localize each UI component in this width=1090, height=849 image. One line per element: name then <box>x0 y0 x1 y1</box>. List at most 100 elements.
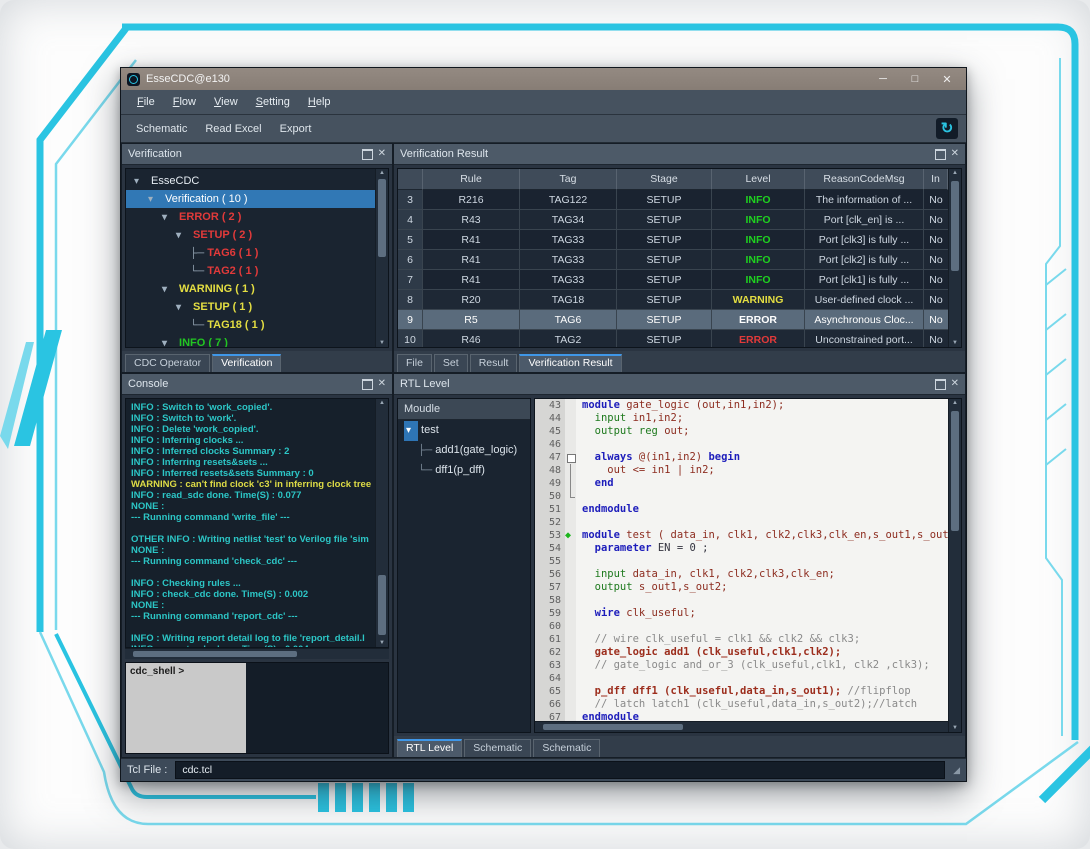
tree-item[interactable]: ▾ SETUP ( 1 ) <box>126 298 375 316</box>
result-table-wrap: RuleTagStageLevelReasonCodeMsgIn 3R216TA… <box>397 168 962 348</box>
toolbar-button-export[interactable]: Export <box>273 120 319 138</box>
tree-item[interactable]: ├─ TAG6 ( 1 ) <box>126 244 375 262</box>
column-header-ReasonCodeMsg[interactable]: ReasonCodeMsg <box>805 169 924 190</box>
tab-result[interactable]: Result <box>470 354 518 372</box>
column-header-Level[interactable]: Level <box>712 169 805 190</box>
tab-file[interactable]: File <box>397 354 432 372</box>
module-tree-item[interactable]: ├─ add1(gate_logic) <box>398 440 530 460</box>
column-header-Stage[interactable]: Stage <box>617 169 712 190</box>
chevron-down-icon[interactable]: ▾ <box>404 421 418 441</box>
column-header-In[interactable]: In <box>924 169 948 190</box>
tab-rtl-level[interactable]: RTL Level <box>397 739 462 757</box>
column-header-Rule[interactable]: Rule <box>423 169 520 190</box>
undock-icon[interactable] <box>362 379 373 390</box>
scroll-thumb[interactable] <box>378 179 386 257</box>
editor-vscrollbar[interactable]: ▲ ▼ <box>948 399 961 732</box>
module-tree-item[interactable]: ▾ test <box>398 420 530 440</box>
close-icon[interactable]: ✕ <box>378 149 386 159</box>
tab-schematic[interactable]: Schematic <box>464 739 531 757</box>
undock-icon[interactable] <box>935 149 946 160</box>
undock-icon[interactable] <box>935 379 946 390</box>
table-row[interactable]: 7R41TAG33SETUPINFOPort [clk1] is fully .… <box>398 270 948 290</box>
cell-rule: R20 <box>423 290 520 310</box>
table-row[interactable]: 3R216TAG122SETUPINFOThe information of .… <box>398 190 948 210</box>
scroll-up-icon[interactable]: ▲ <box>949 400 961 406</box>
chevron-down-icon[interactable]: ▾ <box>162 209 176 227</box>
cell-level: INFO <box>712 210 805 230</box>
scroll-thumb[interactable] <box>133 651 297 657</box>
editor-hscrollbar[interactable] <box>535 721 948 732</box>
table-row[interactable]: 9R5TAG6SETUPERRORAsynchronous Cloc...No <box>398 310 948 330</box>
essecdc-window: EsseCDC@e130 ─ □ ✕ FileFlowViewSettingHe… <box>120 67 967 782</box>
chevron-down-icon[interactable]: ▾ <box>134 173 148 191</box>
table-row[interactable]: 8R20TAG18SETUPWARNINGUser-defined clock … <box>398 290 948 310</box>
code-text: module test ( data_in, clk1, clk2,clk3,c… <box>576 529 948 542</box>
column-header-Tag[interactable]: Tag <box>520 169 617 190</box>
resize-grip[interactable]: ◢ <box>953 765 960 776</box>
scroll-down-icon[interactable]: ▼ <box>376 640 388 646</box>
tree-item[interactable]: └─ TAG2 ( 1 ) <box>126 262 375 280</box>
tab-cdc-operator[interactable]: CDC Operator <box>125 354 210 372</box>
chevron-down-icon[interactable]: ▾ <box>176 299 190 317</box>
menu-item-flow[interactable]: Flow <box>165 94 204 110</box>
close-icon[interactable]: ✕ <box>951 149 959 159</box>
tree-item[interactable]: ▾ SETUP ( 2 ) <box>126 226 375 244</box>
refresh-icon[interactable]: ↻ <box>936 118 958 139</box>
tab-verification[interactable]: Verification <box>212 354 281 372</box>
table-row[interactable]: 4R43TAG34SETUPINFOPort [clk_en] is ...No <box>398 210 948 230</box>
scroll-down-icon[interactable]: ▼ <box>949 725 961 731</box>
cell-reason: Port [clk3] is fully ... <box>805 230 924 250</box>
tree-item[interactable]: └─ TAG18 ( 1 ) <box>126 316 375 334</box>
tree-item[interactable]: ▾ WARNING ( 1 ) <box>126 280 375 298</box>
console-hscrollbar[interactable] <box>125 648 389 659</box>
table-row[interactable]: 5R41TAG33SETUPINFOPort [clk3] is fully .… <box>398 230 948 250</box>
scroll-up-icon[interactable]: ▲ <box>376 170 388 176</box>
console-vscrollbar[interactable]: ▲ ▼ <box>375 399 388 647</box>
toolbar-button-schematic[interactable]: Schematic <box>129 120 194 138</box>
tree-item[interactable]: ▾ ERROR ( 2 ) <box>126 208 375 226</box>
maximize-button[interactable]: □ <box>902 73 928 85</box>
fold-marker-icon[interactable] <box>567 454 576 463</box>
module-tree-item[interactable]: └─ dff1(p_dff) <box>398 460 530 480</box>
close-icon[interactable]: ✕ <box>378 379 386 389</box>
scroll-thumb[interactable] <box>543 724 683 730</box>
menu-item-setting[interactable]: Setting <box>248 94 298 110</box>
tab-schematic[interactable]: Schematic <box>533 739 600 757</box>
chevron-down-icon[interactable]: ▾ <box>176 227 190 245</box>
fold-column <box>565 555 576 568</box>
tree-item[interactable]: ▾ EsseCDC <box>126 172 375 190</box>
tree-item[interactable]: ▾ Verification ( 10 ) <box>126 190 375 208</box>
chevron-down-icon[interactable]: ▾ <box>162 281 176 299</box>
tab-set[interactable]: Set <box>434 354 468 372</box>
result-vscrollbar[interactable]: ▲ ▼ <box>948 169 961 347</box>
scroll-down-icon[interactable]: ▼ <box>376 340 388 346</box>
scroll-up-icon[interactable]: ▲ <box>376 400 388 406</box>
shell-input[interactable] <box>246 663 388 753</box>
column-header-num[interactable] <box>398 169 423 190</box>
tree-item-label: SETUP ( 2 ) <box>190 229 252 241</box>
undock-icon[interactable] <box>362 149 373 160</box>
menu-item-view[interactable]: View <box>206 94 246 110</box>
chevron-down-icon[interactable]: ▾ <box>162 335 176 347</box>
chevron-down-icon[interactable]: ▾ <box>148 191 162 209</box>
close-button[interactable]: ✕ <box>934 73 960 86</box>
scroll-down-icon[interactable]: ▼ <box>949 340 961 346</box>
scroll-up-icon[interactable]: ▲ <box>949 170 961 176</box>
scroll-thumb[interactable] <box>951 181 959 271</box>
table-row[interactable]: 10R46TAG2SETUPERRORUnconstrained port...… <box>398 330 948 347</box>
code-text <box>576 594 582 607</box>
rtl-tabs: RTL LevelSchematicSchematic <box>394 736 965 757</box>
tcl-file-input[interactable] <box>175 761 945 779</box>
verification-tree-scrollbar[interactable]: ▲ ▼ <box>375 169 388 347</box>
tab-verification-result[interactable]: Verification Result <box>519 354 621 372</box>
titlebar[interactable]: EsseCDC@e130 ─ □ ✕ <box>121 68 966 90</box>
menu-item-file[interactable]: File <box>129 94 163 110</box>
close-icon[interactable]: ✕ <box>951 379 959 389</box>
toolbar-button-read-excel[interactable]: Read Excel <box>198 120 268 138</box>
menu-item-help[interactable]: Help <box>300 94 339 110</box>
tree-item[interactable]: ▾ INFO ( 7 ) <box>126 334 375 347</box>
table-row[interactable]: 6R41TAG33SETUPINFOPort [clk2] is fully .… <box>398 250 948 270</box>
minimize-button[interactable]: ─ <box>870 73 896 85</box>
scroll-thumb[interactable] <box>378 575 386 635</box>
scroll-thumb[interactable] <box>951 411 959 531</box>
